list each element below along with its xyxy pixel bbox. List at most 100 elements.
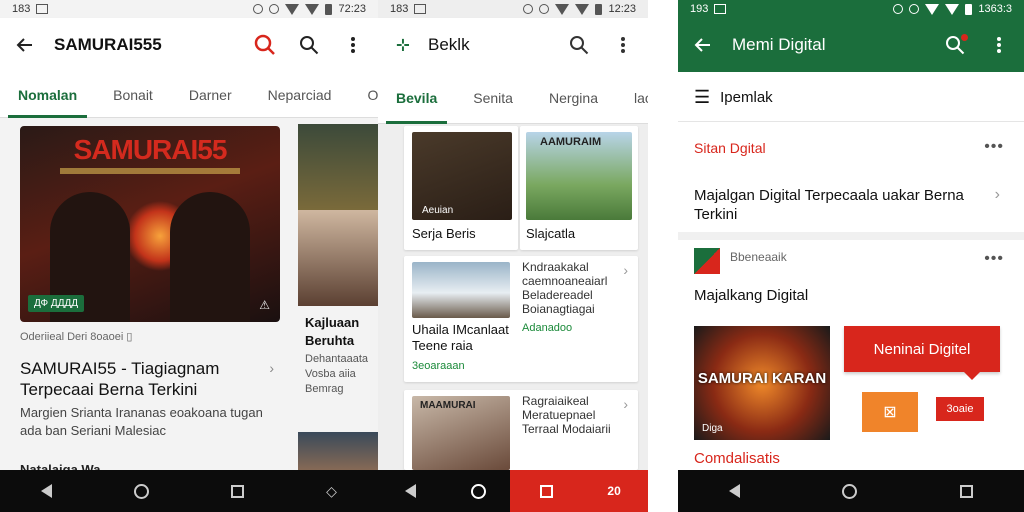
- nav-recents-icon[interactable]: [959, 484, 973, 498]
- menu-row[interactable]: ☰ Ipemlak: [678, 74, 1024, 122]
- chevron-right-icon: ›: [623, 396, 628, 412]
- tab-bar: Bevila Senita Nergina laote: [378, 72, 648, 124]
- back-arrow-icon[interactable]: [692, 34, 714, 56]
- search-icon[interactable]: [568, 34, 590, 56]
- hero-logo: SAMURAI55: [73, 134, 228, 165]
- battery-icon: [595, 3, 603, 15]
- signal-icon: [305, 3, 320, 15]
- nav-recents-icon[interactable]: [231, 484, 245, 498]
- image-icon: [714, 4, 727, 14]
- side-thumbnail-portrait[interactable]: [298, 210, 378, 306]
- footer-link[interactable]: Comdalisatis: [694, 450, 780, 467]
- article-title[interactable]: SAMURAI55 - Tiagiagnam Terpecaai Berna T…: [20, 358, 274, 400]
- tab-oeraiat[interactable]: Oeraiat: [349, 72, 378, 118]
- nav-back-icon[interactable]: [729, 484, 741, 498]
- article-title-text: SAMURAI55 - Tiagiagnam Terpecaai Berna T…: [20, 359, 220, 399]
- menu-label: Ipemlak: [720, 89, 773, 106]
- list-item-text: Kndraakakal caemnoaneaiarl Beladereadel …: [522, 260, 608, 316]
- side-thumbnail-group[interactable]: [298, 432, 378, 472]
- hero-badge: ДФ ДДДД: [28, 295, 85, 312]
- source-logo: [694, 248, 720, 274]
- article-image-label: Diga: [702, 423, 723, 434]
- wifi-icon: [285, 3, 300, 15]
- grid-card-1[interactable]: Aeuian Serja Beris: [404, 126, 518, 250]
- article-title[interactable]: Majalkang Digital: [694, 286, 984, 305]
- tab-neparciad[interactable]: Neparciad: [250, 72, 350, 118]
- grid-thumbnail: Aeuian: [412, 132, 512, 220]
- back-arrow-icon[interactable]: [14, 34, 36, 56]
- tab-laote[interactable]: laote: [616, 72, 648, 124]
- phone-screen-3: 193 1363:3 Memi Digital ☰ Ipemlak Sitan …: [678, 0, 1024, 512]
- more-vert-icon[interactable]: [342, 34, 364, 56]
- tab-bevila[interactable]: Bevila: [378, 72, 455, 124]
- screen-gap: [648, 0, 678, 512]
- list-item-tag2: 3eoaraaan: [412, 360, 465, 372]
- more-horiz-icon[interactable]: •••: [984, 250, 1004, 268]
- nav-back-icon[interactable]: [405, 484, 417, 498]
- status-bar: 183 72:23: [0, 0, 378, 18]
- list-item-title: Uhaila IMcanlaat Teene raia: [412, 322, 509, 353]
- nav-home-area[interactable]: [510, 470, 648, 512]
- tab-nomalan[interactable]: Nomalan: [0, 72, 95, 118]
- list-item[interactable]: MAAMURAI Ragraiaikeal Meratuepnael Terra…: [404, 390, 638, 470]
- list-item-tag: Adanadoo: [522, 322, 573, 334]
- promo-banner[interactable]: Neninai Digitel: [844, 326, 1000, 380]
- nav-home-icon[interactable]: [470, 483, 486, 499]
- image-icon: [414, 4, 427, 14]
- status-bar: 183 12:23: [378, 0, 648, 18]
- status-clock: 72:23: [338, 3, 366, 15]
- status-bar: 193 1363:3: [678, 0, 1024, 18]
- nav-home-icon[interactable]: [842, 483, 858, 499]
- search-icon[interactable]: [298, 34, 320, 56]
- samurai-figure-right: [170, 192, 250, 322]
- chevron-right-icon: ›: [994, 186, 1000, 203]
- search-icon[interactable]: [944, 34, 968, 56]
- status-time: 183: [390, 3, 409, 15]
- side-article-desc: Dehantaaata Vosba aiia Bemrag: [305, 353, 368, 395]
- nav-extra-icon[interactable]: ◇: [326, 483, 337, 500]
- bookmark-button[interactable]: ⊠: [862, 392, 918, 432]
- search-highlight-icon[interactable]: [254, 34, 276, 56]
- nav-home-icon[interactable]: [134, 483, 150, 499]
- tab-bonait[interactable]: Bonait: [95, 72, 171, 118]
- list-item-text: Ragraiaikeal Meratuepnael Terraal Modaia…: [522, 394, 611, 436]
- section-divider: [678, 232, 1024, 240]
- nav-recents-icon[interactable]: [540, 484, 554, 498]
- phone-screen-1: 183 72:23 SAMURAI555 Nomalan Bonait Darn…: [0, 0, 378, 512]
- bookmark-icon: ⊠: [883, 404, 897, 421]
- red-tag-button[interactable]: 3oaie: [936, 397, 984, 421]
- hero-subtitle-strip: [60, 168, 240, 174]
- system-nav-bar: [678, 470, 1024, 512]
- sync-icon: [909, 4, 920, 14]
- section-item[interactable]: Majalgan Digital Terpecaala uakar Berna …: [694, 186, 984, 224]
- signal-icon: [575, 3, 590, 15]
- list-thumbnail: MAAMURAI: [412, 396, 510, 470]
- side-thumbnail-warrior[interactable]: [298, 124, 378, 210]
- chevron-right-icon: ›: [269, 360, 274, 376]
- alarm-icon: [253, 4, 264, 14]
- side-article-title[interactable]: Kajluaan Beruhta: [305, 314, 378, 350]
- hamburger-icon[interactable]: ☰: [694, 87, 710, 108]
- tab-bar: Nomalan Bonait Darner Neparciad Oeraiat: [0, 72, 378, 118]
- tab-darner[interactable]: Darner: [171, 72, 250, 118]
- list-item[interactable]: Uhaila IMcanlaat Teene raia 3eoaraaan Kn…: [404, 256, 638, 382]
- grid-card-label: Serja Beris: [412, 226, 476, 241]
- page-title: Memi Digital: [732, 35, 826, 54]
- app-bar: SAMURAI555: [0, 18, 378, 72]
- hero-image[interactable]: SAMURAI55 ДФ ДДДД ⚠: [20, 126, 280, 322]
- more-horiz-icon[interactable]: •••: [984, 138, 1004, 156]
- tab-nergina[interactable]: Nergina: [531, 72, 616, 124]
- article-meta: Oderiieal Deri 8oaoei ▯: [20, 331, 133, 343]
- status-time: 183: [12, 3, 31, 15]
- grid-card-2[interactable]: AAMURAIM Slajcatla: [520, 126, 638, 250]
- page-title: SAMURAI555: [54, 35, 162, 54]
- chevron-right-icon: ›: [623, 262, 628, 278]
- tab-senita[interactable]: Senita: [455, 72, 531, 124]
- nav-back-icon[interactable]: [41, 484, 53, 498]
- list-thumb-caption: MAAMURAI: [420, 400, 476, 411]
- article-image[interactable]: SAMURAI KARAN Diga: [694, 326, 830, 440]
- more-vert-icon[interactable]: [988, 34, 1010, 56]
- wifi-icon: [555, 3, 570, 15]
- more-vert-icon[interactable]: [612, 34, 634, 56]
- phone-screen-2: 183 12:23 ⊹ Beklk Bevila Senita Nergina …: [378, 0, 648, 512]
